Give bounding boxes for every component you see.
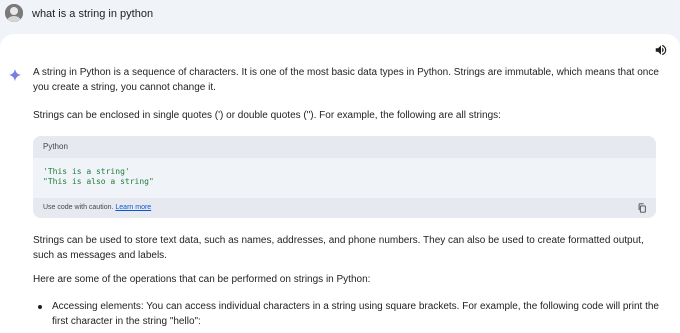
code-footer: Use code with caution. Learn more [33,198,656,218]
response-paragraph: A string in Python is a sequence of char… [33,67,659,93]
code-language-label: Python [33,136,656,158]
copy-icon[interactable] [637,203,647,213]
avatar[interactable] [5,4,23,22]
response-paragraph: Strings can be used to store text data, … [33,235,644,261]
response-card: A string in Python is a sequence of char… [0,34,680,333]
gemini-sparkle-icon [8,68,22,82]
response-paragraph: Strings can be enclosed in single quotes… [33,110,501,121]
avatar-image [5,4,23,22]
code-block: Python 'This is a string' "This is also … [33,136,656,218]
code-line: 'This is a string' [43,167,130,176]
response-paragraph: Here are some of the operations that can… [33,274,371,285]
volume-icon[interactable] [654,43,668,57]
user-prompt-row: what is a string in python [0,0,680,34]
bullet-marker [38,305,42,309]
list-item: Accessing elements: You can access indiv… [52,301,659,327]
learn-more-link[interactable]: Learn more [115,204,151,211]
user-query-text: what is a string in python [32,8,154,20]
code-caution-text: Use code with caution. [43,204,114,211]
code-line: "This is also a string" [43,177,154,186]
